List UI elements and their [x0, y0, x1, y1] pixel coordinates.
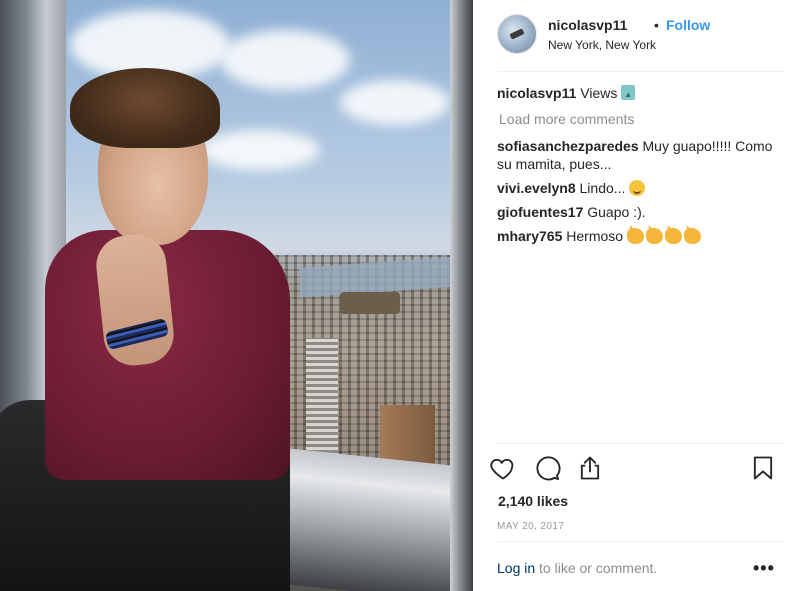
divider [497, 443, 784, 444]
statue-of-liberty-icon [621, 85, 636, 104]
login-prompt: Log in to like or comment. [497, 560, 657, 576]
cloud [200, 130, 320, 170]
caption-text: Views [580, 85, 618, 101]
avatar[interactable] [497, 14, 537, 54]
comment-item: vivi.evelyn8 Lindo... [497, 179, 784, 197]
comment-item: mhary765 Hermoso [497, 227, 784, 245]
comment-item: giofuentes17 Guapo :). [497, 203, 784, 221]
post-header: nicolasvp11 • Follow New York, New York [497, 14, 784, 72]
window-frame [450, 0, 473, 591]
person-hair [70, 68, 220, 148]
location-link[interactable]: New York, New York [548, 38, 656, 52]
comment-item: sofiasanchezparedes Muy guapo!!!!! Como … [497, 137, 784, 173]
clapping-hands-icon [645, 228, 663, 244]
comment-username[interactable]: sofiasanchezparedes [497, 138, 639, 154]
like-button[interactable] [489, 454, 517, 482]
park [340, 292, 400, 314]
cloud [220, 30, 350, 90]
clapping-hands-icon [683, 228, 701, 244]
save-button[interactable] [749, 454, 777, 482]
comment-text: Guapo :). [587, 204, 646, 220]
post-caption: nicolasvp11 Views [497, 84, 784, 104]
divider [497, 541, 784, 542]
post-date: MAY 20, 2017 [497, 521, 565, 532]
login-suffix: to like or comment. [539, 560, 658, 576]
comment-button[interactable] [533, 454, 561, 482]
post-sidebar: nicolasvp11 • Follow New York, New York … [473, 0, 797, 591]
post-photo[interactable] [0, 0, 473, 591]
comment-text: Lindo... [579, 180, 626, 196]
comment-username[interactable]: vivi.evelyn8 [497, 180, 576, 196]
comments-list: nicolasvp11 Views Load more comments sof… [497, 84, 784, 251]
more-options-button[interactable]: ••• [753, 558, 775, 579]
follow-button[interactable]: Follow [666, 17, 710, 33]
login-link[interactable]: Log in [497, 560, 535, 576]
comment-text: Hermoso [566, 228, 624, 244]
comment-username[interactable]: giofuentes17 [497, 204, 583, 220]
clapping-hands-icon [626, 228, 644, 244]
separator-dot: • [654, 17, 659, 33]
cloud [340, 80, 450, 125]
share-icon [580, 456, 600, 480]
person-shirt [45, 230, 290, 480]
bookmark-icon [753, 456, 773, 480]
heart-icon [490, 458, 514, 480]
author-username[interactable]: nicolasvp11 [548, 17, 627, 33]
share-button[interactable] [576, 454, 604, 482]
likes-count[interactable]: 2,140 likes [498, 493, 568, 509]
tower [306, 338, 338, 468]
comment-icon [536, 456, 561, 481]
smiley-icon [629, 180, 646, 196]
load-more-comments-button[interactable]: Load more comments [499, 111, 784, 127]
comment-username[interactable]: mhary765 [497, 228, 562, 244]
clapping-hands-icon [664, 228, 682, 244]
caption-username[interactable]: nicolasvp11 [497, 85, 576, 101]
